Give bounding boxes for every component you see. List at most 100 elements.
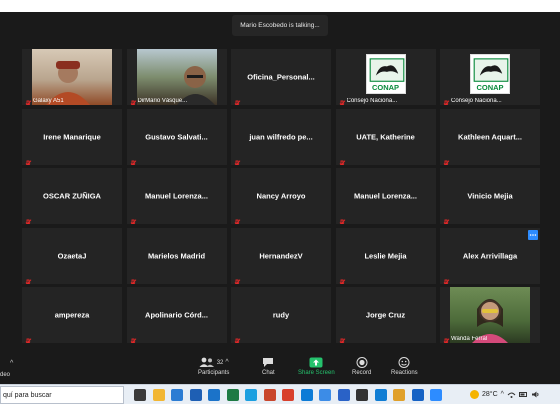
participant-name: Manuel Lorenza...: [354, 191, 417, 201]
chrome-icon[interactable]: [282, 389, 294, 401]
participant-tile[interactable]: CONAP Consejo Naciona...: [335, 49, 436, 105]
participants-count: 32: [216, 359, 224, 366]
participant-name: Marielos Madrid: [147, 251, 206, 260]
powerpoint-icon[interactable]: [263, 389, 276, 401]
participant-name: HernandezV: [259, 251, 303, 260]
record-icon: [356, 357, 368, 368]
video-caret-icon[interactable]: ^: [10, 360, 13, 367]
video-label: deo: [0, 372, 11, 378]
participant-tile[interactable]: Jorge Cruz: [335, 287, 436, 343]
participant-tile[interactable]: Kathleen Aquart...: [440, 108, 540, 165]
muted-mic-icon: [233, 155, 241, 165]
participant-name: OSCAR ZUÑIGA: [43, 191, 101, 201]
muted-mic-icon: [233, 274, 241, 284]
more-options-icon[interactable]: [528, 229, 538, 240]
zoom-icon[interactable]: [430, 389, 442, 401]
participant-tile[interactable]: Irene Manarique: [22, 108, 122, 165]
photos-icon[interactable]: [411, 389, 424, 401]
participant-name: Apolinario Córd...: [145, 310, 208, 320]
file-explorer-icon[interactable]: [152, 389, 165, 401]
muted-mic-icon: [338, 155, 346, 165]
participant-video: [450, 287, 530, 343]
participant-tile[interactable]: Galaxy A51: [22, 49, 122, 105]
mail-icon[interactable]: [208, 389, 220, 401]
participant-tile[interactable]: HernandezV: [231, 227, 331, 284]
chat-icon: [263, 358, 274, 367]
participant-tile[interactable]: Wanda Ferral: [440, 287, 540, 343]
participant-tile[interactable]: Gustavo Salvati...: [126, 108, 227, 165]
participant-tile[interactable]: Leslie Mejia: [335, 227, 436, 284]
sun-icon: [470, 390, 479, 399]
participant-name: Nancy Arroyo: [256, 191, 306, 201]
excel-icon[interactable]: [226, 389, 239, 401]
muted-mic-icon: [338, 95, 346, 105]
participant-name: Gustavo Salvati...: [145, 132, 208, 141]
participant-tile[interactable]: CONAP Consejo Naciona...: [440, 49, 540, 105]
temperature-text: 28°C: [482, 391, 498, 398]
record-button[interactable]: Record: [352, 357, 371, 376]
muted-mic-icon: [442, 333, 450, 343]
participant-tile[interactable]: Manuel Lorenza...: [335, 168, 436, 224]
skype-icon[interactable]: [245, 389, 257, 401]
participant-name: Jorge Cruz: [365, 310, 406, 320]
record-label: Record: [352, 370, 372, 376]
muted-mic-icon: [442, 155, 450, 165]
participant-video: [136, 49, 217, 105]
taskbar-search-text: quí para buscar: [3, 391, 52, 399]
muted-mic-icon: [338, 214, 346, 224]
participant-name: Vinicio Mejia: [467, 191, 513, 201]
participant-tile[interactable]: UATE, Katherine: [335, 108, 436, 165]
participant-name: Alex Arrivillaga: [462, 251, 518, 260]
participant-label: Consejo Naciona...: [346, 98, 398, 104]
tray-chevron-icon[interactable]: ^: [501, 391, 504, 398]
store-icon[interactable]: [171, 389, 183, 401]
participant-tile[interactable]: Alex Arrivillaga: [440, 227, 540, 284]
video-control[interactable]: ^ deo: [0, 355, 40, 385]
share-screen-label: Share Screen: [298, 370, 335, 376]
chrome-alt-icon[interactable]: [393, 389, 405, 401]
taskbar-search-box[interactable]: quí para buscar: [0, 386, 124, 404]
muted-mic-icon: [442, 95, 450, 105]
reactions-button[interactable]: Reactions: [391, 357, 418, 376]
muted-mic-icon: [129, 274, 137, 284]
participants-icon: [199, 357, 214, 367]
battery-icon[interactable]: [518, 390, 528, 399]
network-icon[interactable]: [507, 390, 516, 399]
chat-button[interactable]: Chat: [262, 357, 275, 376]
participant-tile[interactable]: rudy: [231, 287, 331, 343]
participant-tile[interactable]: Apolinario Córd...: [126, 287, 227, 343]
participant-tile[interactable]: ampereza: [22, 287, 122, 343]
share-screen-button[interactable]: Share Screen: [298, 357, 335, 376]
participant-name: OzaetaJ: [57, 251, 87, 260]
participant-tile[interactable]: Nancy Arroyo: [231, 168, 331, 224]
task-view-icon[interactable]: [134, 389, 146, 401]
participant-tile[interactable]: Manuel Lorenza...: [126, 168, 227, 224]
word-icon[interactable]: [189, 389, 202, 401]
participant-tile[interactable]: Marielos Madrid: [126, 227, 227, 284]
participant-tile[interactable]: OSCAR ZUÑIGA: [22, 168, 122, 224]
participant-tile[interactable]: Vinicio Mejia: [440, 168, 540, 224]
participant-tile[interactable]: Oficina_Personal...: [231, 49, 331, 105]
edge-browser-icon[interactable]: [374, 389, 387, 401]
participants-button[interactable]: 32 ^ Participants: [198, 357, 229, 376]
participant-tile[interactable]: OzaetaJ: [22, 227, 122, 284]
conap-logo: CONAP: [365, 54, 406, 94]
calendar-icon[interactable]: [337, 389, 350, 401]
top-strip: [0, 0, 560, 12]
volume-icon[interactable]: [531, 390, 540, 399]
muted-mic-icon: [129, 155, 137, 165]
participant-tile[interactable]: juan wilfredo pe...: [231, 108, 331, 165]
edge-icon[interactable]: [300, 389, 313, 401]
participant-name: Leslie Mejia: [364, 251, 407, 260]
weather-widget[interactable]: 28°C ^: [470, 390, 540, 399]
reactions-label: Reactions: [391, 370, 418, 376]
participants-caret-icon[interactable]: ^: [225, 359, 228, 366]
participant-name: Manuel Lorenza...: [145, 191, 208, 201]
participant-name: ampereza: [54, 310, 90, 320]
muted-mic-icon: [24, 155, 32, 165]
onedrive-icon[interactable]: [319, 389, 331, 401]
participant-tile[interactable]: DirMario Vásque...: [126, 49, 227, 105]
participant-name: Irene Manarique: [43, 132, 101, 141]
settings-icon[interactable]: [356, 389, 368, 401]
participant-label: Consejo Naciona...: [451, 98, 502, 104]
